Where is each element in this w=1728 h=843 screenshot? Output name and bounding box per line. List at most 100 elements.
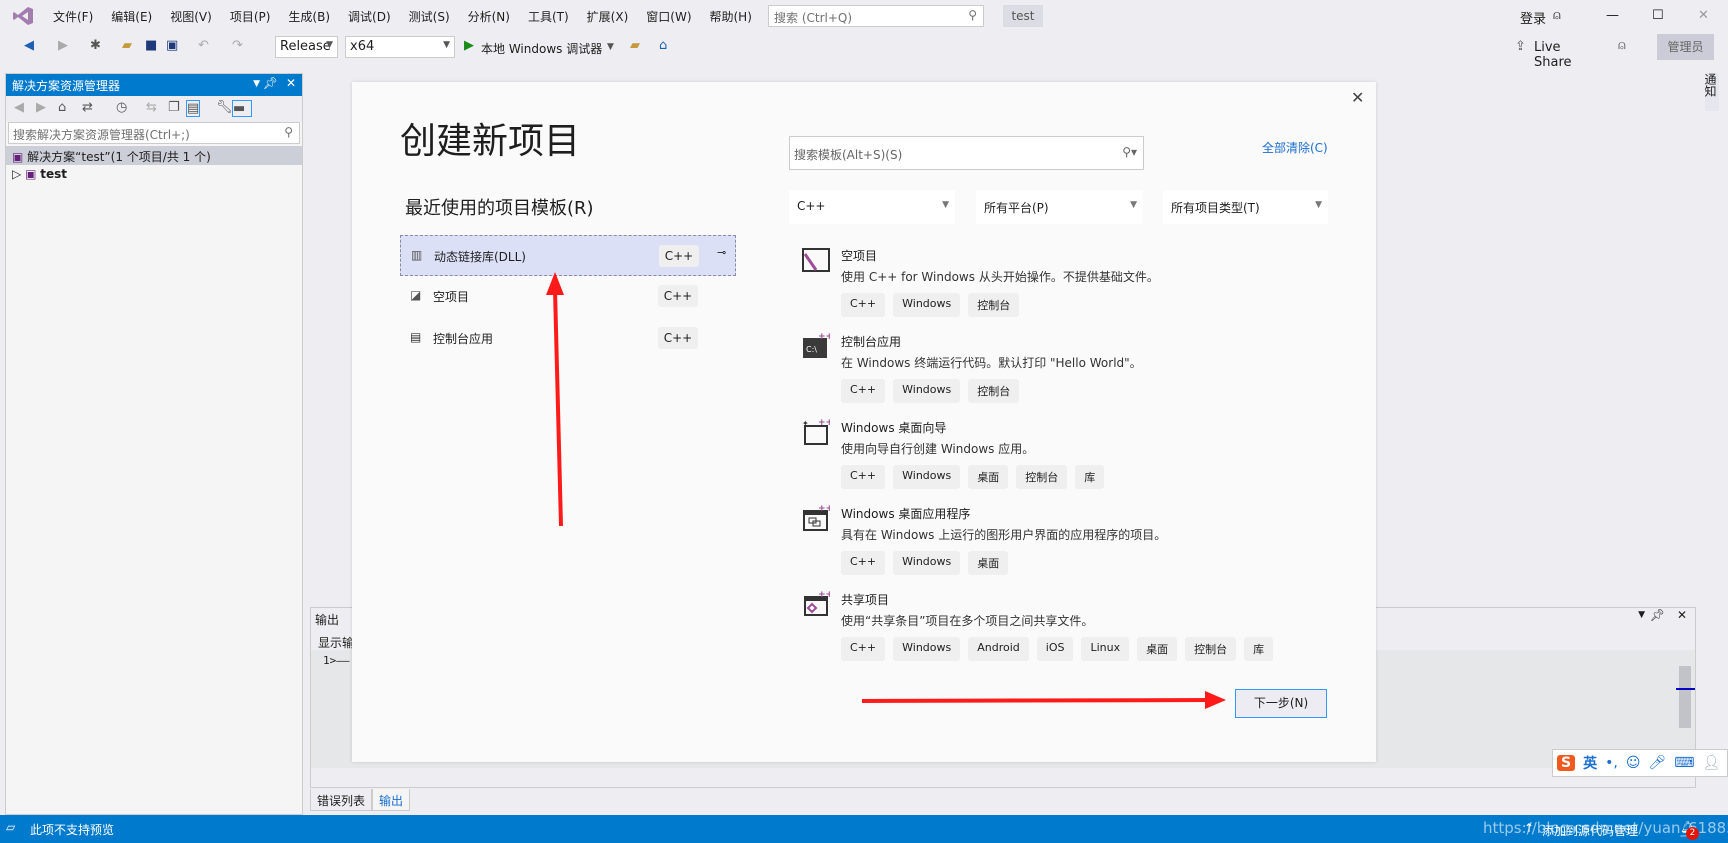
menu-debug[interactable]: 调试(D) [339,8,400,25]
menu-test[interactable]: 测试(S) [400,8,459,25]
main-menu: 文件(F) 编辑(E) 视图(V) 项目(P) 生成(B) 调试(D) 测试(S… [44,8,761,25]
pin-icon[interactable]: ⊸ [717,246,726,259]
home-icon[interactable]: ⌂ [58,100,66,115]
sogou-logo-icon[interactable]: S [1557,755,1576,771]
chevron-down-icon[interactable]: ▼ [1638,610,1645,620]
menu-analyze[interactable]: 分析(N) [459,8,519,25]
pin-icon[interactable]: 📌︎ [1650,608,1665,622]
emoji-icon[interactable]: ☺ [1626,755,1641,771]
start-debugger-button[interactable]: 本地 Windows 调试器 [481,40,602,57]
quick-search-placeholder: 搜索 (Ctrl+Q) [774,11,853,25]
solution-label: 解决方案“test”(1 个项目/共 1 个) [27,150,211,164]
ime-language-toggle[interactable]: 英 [1583,753,1597,773]
save-all-icon[interactable]: ▣ [166,38,178,53]
chevron-down-icon[interactable]: ▼ [607,42,614,52]
close-icon[interactable]: ✕ [1677,608,1687,622]
minimize-button[interactable]: — [1606,8,1619,23]
visual-studio-logo-icon[interactable] [12,6,34,26]
maximize-button[interactable]: ☐ [1652,8,1664,23]
properties-wrench-icon[interactable]: 🔧︎ [216,100,233,115]
clear-all-link[interactable]: 全部清除(C) [1262,139,1328,156]
notifications-side-tab[interactable]: 通知 [1703,73,1719,111]
project-label: test [40,167,67,181]
menu-project[interactable]: 项目(P) [221,8,280,25]
menu-help[interactable]: 帮助(H) [701,8,761,25]
undo-icon[interactable]: ↶ [198,38,209,53]
chevron-down-icon[interactable]: ▼ [253,79,260,89]
template-item-desktop-wizard[interactable]: ✦ ++ Windows 桌面向导 使用向导自行创建 Windows 应用。 C+… [802,418,1322,504]
menu-extensions[interactable]: 扩展(X) [578,8,638,25]
collapse-all-icon[interactable]: ❐ [168,100,180,115]
recent-template-item[interactable]: ▥ 动态链接库(DLL) C++ ⊸ [400,235,736,276]
scrollbar-thumb[interactable] [1679,666,1691,728]
tab-output[interactable]: 输出 [372,789,411,811]
new-project-icon[interactable]: ✱ [90,38,101,53]
account-icon[interactable]: ⍝ [1553,8,1561,23]
console-app-icon: C:\++ [803,332,830,358]
output-title: 输出 [315,613,340,627]
save-icon[interactable]: ■ [145,38,157,53]
ime-toolbar: S 英 •, ☺ 🎤︎ ⌨ 👤︎ [1552,749,1728,777]
template-search-input[interactable]: 搜索模板(Alt+S)(S) ⚲▾ [789,136,1144,170]
preview-icon[interactable]: ▬ [232,100,252,117]
language-filter[interactable]: C++ ▼ [789,190,955,224]
back-icon[interactable]: ◀ [24,38,34,53]
solution-explorer-panel: 解决方案资源管理器 ▼ 📌︎ ✕ ◀ ▶ ⌂ ⇄ ◷ ⇆ ❐ ▤ 🔧︎ ▬ 搜索… [5,73,303,815]
show-all-files-icon[interactable]: ▤ [186,100,201,117]
recent-template-label: 动态链接库(DLL) [434,250,526,264]
menu-file[interactable]: 文件(F) [44,8,102,25]
feedback-icon[interactable]: ⍝ [1618,38,1626,53]
quick-search-input[interactable]: 搜索 (Ctrl+Q) ⚲ [768,5,984,27]
tag: C++ [841,379,886,403]
back-icon[interactable]: ◀ [14,100,24,115]
close-dialog-button[interactable]: ✕ [1351,88,1364,107]
forward-icon[interactable]: ▶ [58,38,68,53]
tag: Windows [893,293,961,317]
pin-icon[interactable]: 📌︎ [263,76,278,90]
switch-views-icon[interactable]: ⇄ [82,100,93,115]
platform-filter[interactable]: 所有平台(P) ▼ [976,190,1143,224]
solution-search-input[interactable]: 搜索解决方案资源管理器(Ctrl+;) ⚲ [8,122,300,144]
play-icon[interactable]: ▶ [464,38,474,53]
find-in-files-icon[interactable]: ▰ [630,38,640,53]
redo-icon[interactable]: ↷ [232,38,243,53]
platform-select[interactable]: x64 ▼ [345,36,455,58]
forward-icon[interactable]: ▶ [36,100,46,115]
signin-link[interactable]: 登录 [1520,8,1546,27]
add-to-source-control-button[interactable]: 添加到源代码管理 [1542,822,1638,839]
microphone-icon[interactable]: 🎤︎ [1648,755,1666,771]
shared-project-icon: ++ [804,590,830,616]
open-icon[interactable]: ▰ [122,38,132,53]
tree-item-solution[interactable]: ▣ 解决方案“test”(1 个项目/共 1 个) [6,146,302,165]
recent-template-item[interactable]: ◪ 空项目 C++ [400,276,736,317]
configuration-select[interactable]: Release ▼ [275,36,338,58]
close-icon[interactable]: ✕ [286,76,296,90]
template-item-console-app[interactable]: C:\ ++ 控制台应用 在 Windows 终端运行代码。默认打印 "Hello… [802,332,1322,418]
project-type-filter[interactable]: 所有项目类型(T) ▼ [1163,190,1328,224]
pending-changes-icon[interactable]: ◷ [116,100,127,115]
template-item-shared-project[interactable]: ++ 共享项目 使用“共享条目”项目在多个项目之间共享文件。 C++ Window… [802,590,1362,676]
menu-tools[interactable]: 工具(T) [519,8,578,25]
tag: Linux [1081,637,1130,661]
close-window-button[interactable]: ✕ [1698,8,1709,23]
tab-error-list[interactable]: 错误列表 [310,789,373,811]
live-share-button[interactable]: Live Share [1534,40,1572,70]
menu-view[interactable]: 视图(V) [161,8,221,25]
tree-item-project[interactable]: ▷ ▣ test [6,165,302,184]
menu-edit[interactable]: 编辑(E) [102,8,161,25]
recent-template-item[interactable]: ▤ 控制台应用 C++ [400,318,736,359]
template-item-empty-project[interactable]: 空项目 使用 C++ for Windows 从头开始操作。不提供基础文件。 C… [802,246,1322,332]
user-icon[interactable]: 👤︎ [1702,755,1720,771]
punctuation-icon[interactable]: •, [1605,755,1618,771]
template-item-desktop-app[interactable]: ++ Windows 桌面应用程序 具有在 Windows 上运行的图形用户界面… [802,504,1322,590]
next-button[interactable]: 下一步(N) [1235,689,1327,718]
configuration-value: Release [280,39,331,54]
menu-window[interactable]: 窗口(W) [637,8,700,25]
svg-text:++: ++ [818,504,830,514]
solution-explorer-titlebar: 解决方案资源管理器 ▼ 📌︎ ✕ [6,74,302,96]
keyboard-icon[interactable]: ⌨ [1674,755,1694,771]
expand-arrow-icon[interactable]: ▷ [12,167,21,181]
sync-icon[interactable]: ⇆ [146,100,157,115]
home-window-icon[interactable]: ⌂ [659,38,667,53]
menu-build[interactable]: 生成(B) [279,8,339,25]
